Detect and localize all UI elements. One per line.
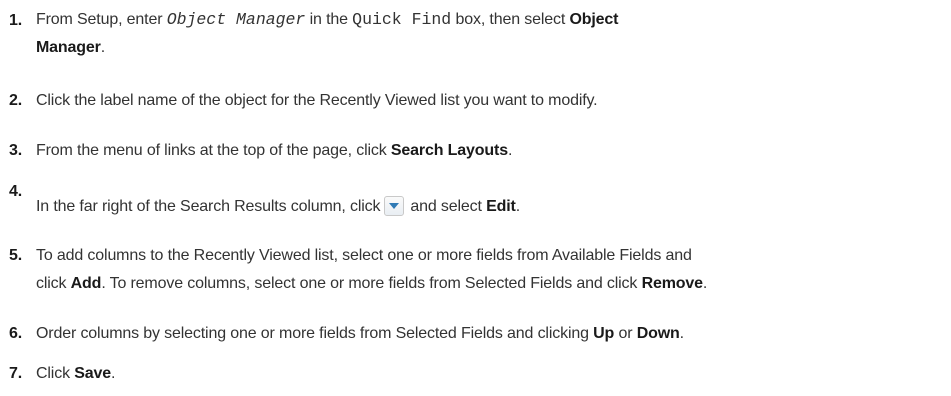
step-text: .: [515, 198, 521, 215]
step-text-line: Manager.: [36, 34, 951, 61]
step-number: 5.: [9, 247, 23, 264]
step-text-line: Click Save.: [36, 360, 951, 387]
step-text-line: From the menu of links at the top of the…: [36, 137, 951, 164]
step-text-line: Order columns by selecting one or more f…: [36, 320, 951, 347]
step-text-line: To add columns to the Recently Viewed li…: [36, 247, 692, 264]
step-text: .: [111, 365, 116, 382]
dropdown-arrow-icon: [384, 196, 405, 216]
ui-term-add: Add: [70, 275, 102, 292]
step-text: in the: [305, 11, 353, 28]
step-text: From Setup, enter: [36, 11, 167, 28]
step-number: 1.: [9, 12, 23, 29]
step-text: In the far right of the Search Results c…: [36, 198, 381, 215]
step-text: click: [36, 275, 71, 292]
ui-term-edit: Edit: [486, 198, 516, 215]
step-text: Click the label name of the object for t…: [36, 92, 598, 109]
step-number: 6.: [9, 325, 23, 342]
ui-term-up: Up: [593, 325, 615, 342]
step-text-line: In the far right of the Search Results c…: [36, 193, 951, 220]
step-text: . To remove columns, select one or more …: [101, 275, 642, 292]
step-number: 7.: [9, 365, 23, 382]
step-text: .: [100, 39, 106, 56]
step-text: .: [679, 325, 684, 342]
ui-term-down: Down: [636, 325, 680, 342]
ui-term-search-layouts: Search Layouts: [390, 142, 508, 159]
step-number: 3.: [9, 142, 23, 159]
step-text: .: [702, 275, 708, 292]
instruction-steps-list: 1. From Setup, enter Object Manager in t…: [0, 0, 951, 396]
step-text-line: click Add. To remove columns, select one…: [36, 270, 951, 297]
ui-term-object-manager: Object: [569, 11, 619, 28]
step-text: From the menu of links at the top of the…: [36, 142, 391, 159]
step-text: or: [614, 325, 637, 342]
step-number: 2.: [9, 92, 23, 109]
ui-term-object-manager: Manager: [36, 39, 101, 56]
step-text: Click: [36, 365, 75, 382]
code-quick-find: Quick Find: [352, 10, 452, 29]
step-number: 4.: [9, 183, 23, 200]
step-text: Order columns by selecting one or more f…: [36, 325, 594, 342]
step-text: and select: [410, 198, 487, 215]
code-object-manager: Object Manager: [166, 10, 306, 29]
ui-term-remove: Remove: [641, 275, 704, 292]
step-text: box, then select: [451, 11, 570, 28]
step-text-line: From Setup, enter Object Manager in the …: [36, 6, 951, 33]
ui-term-save: Save: [74, 365, 111, 382]
step-text: .: [507, 142, 513, 159]
